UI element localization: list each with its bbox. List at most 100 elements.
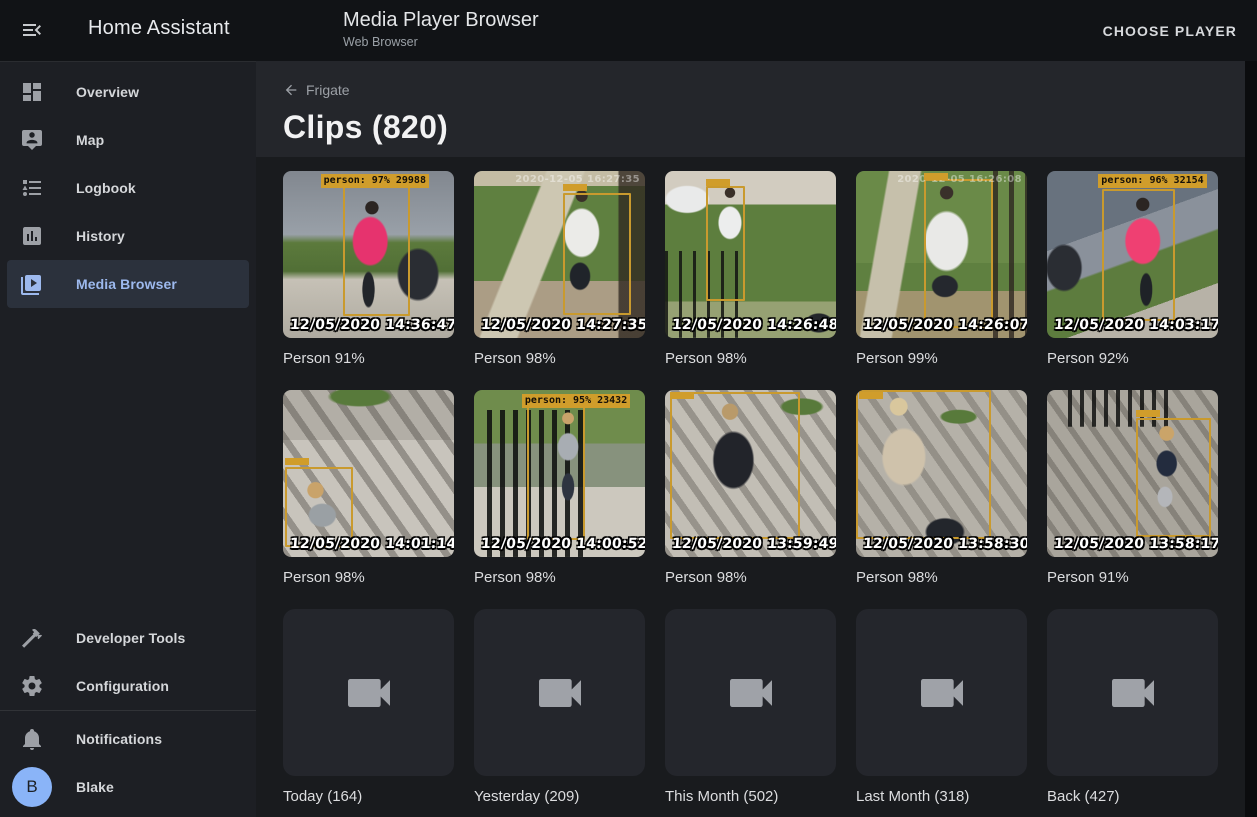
folder-thumbnail: [856, 609, 1027, 776]
breadcrumb-label: Frigate: [306, 82, 350, 98]
notifications-label: Notifications: [76, 731, 162, 747]
folder-card[interactable]: Back (427): [1047, 609, 1218, 805]
avatar: B: [12, 767, 52, 807]
page-subtitle: Web Browser: [343, 35, 539, 49]
app-header: Home Assistant Media Player Browser Web …: [0, 0, 1257, 61]
cog-icon: [20, 674, 44, 698]
folder-caption: Back (427): [1047, 788, 1218, 805]
folder-caption: Today (164): [283, 788, 454, 805]
sidebar-item-notifications[interactable]: Notifications: [7, 715, 249, 763]
clip-caption: Person 99%: [856, 350, 1027, 367]
detection-bounding-box: [856, 390, 991, 539]
clip-timestamp-overlay: 12/05/2020 13:59:49: [671, 536, 836, 552]
clip-card[interactable]: 12/05/2020 13:58:17Person 91%: [1047, 390, 1218, 586]
clip-caption: Person 92%: [1047, 350, 1218, 367]
clip-card[interactable]: person: 97% 2998812/05/2020 14:36:47Pers…: [283, 171, 454, 367]
page-title: Media Player Browser: [343, 9, 539, 32]
clip-timestamp-overlay: 12/05/2020 13:58:30: [862, 536, 1027, 552]
clip-card[interactable]: 12/05/2020 13:58:30Person 98%: [856, 390, 1027, 586]
sidebar-bottom: Notifications B Blake: [0, 710, 256, 817]
clip-thumbnail: 2020-12-05 16:26:08 12/05/2020 14:26:07: [856, 171, 1027, 338]
clip-thumbnail: 12/05/2020 13:58:17: [1047, 390, 1218, 557]
folder-card[interactable]: Last Month (318): [856, 609, 1027, 805]
detection-label-small: [285, 458, 309, 465]
detection-bounding-box: [527, 405, 585, 540]
sidebar-item-developer-tools[interactable]: Developer Tools: [7, 614, 249, 662]
detection-label-small: [859, 392, 883, 399]
sidebar-tools-nav: Developer Tools Configuration: [0, 608, 256, 710]
folder-card[interactable]: This Month (502): [665, 609, 836, 805]
detection-bounding-box: [343, 184, 410, 316]
sidebar-item-map[interactable]: Map: [7, 116, 249, 164]
format-list-bulleted-icon: [20, 176, 44, 200]
sidebar-item-label: Map: [76, 132, 104, 148]
sidebar-item-label: Developer Tools: [76, 630, 185, 646]
folder-caption: This Month (502): [665, 788, 836, 805]
sidebar: Overview Map Logbook HistoryMedia Browser D…: [0, 61, 256, 817]
detection-bounding-box: [670, 392, 800, 539]
clip-caption: Person 91%: [283, 350, 454, 367]
choose-player-button[interactable]: CHOOSE PLAYER: [1103, 0, 1237, 61]
scrollbar-track[interactable]: [1245, 61, 1257, 817]
detection-bounding-box: [1102, 189, 1176, 321]
media-grid: person: 97% 2998812/05/2020 14:36:47Pers…: [256, 157, 1257, 805]
clip-timestamp-overlay: 12/05/2020 14:26:07: [862, 317, 1027, 333]
sidebar-item-label: Configuration: [76, 678, 169, 694]
clip-card[interactable]: 2020-12-05 16:26:08 12/05/2020 14:26:07 Pe…: [856, 171, 1027, 367]
page-heading: Media Player Browser Web Browser: [343, 9, 539, 49]
detection-label-small: [563, 184, 587, 191]
video-icon: [1105, 665, 1161, 721]
hammer-icon: [20, 626, 44, 650]
folder-card[interactable]: Yesterday (209): [474, 609, 645, 805]
cog-icon: [20, 674, 44, 698]
clip-card[interactable]: 2020-12-05 16:27:3512/05/2020 14:27:35Pe…: [474, 171, 645, 367]
format-list-bulleted-icon: [20, 176, 44, 200]
sidebar-item-configuration[interactable]: Configuration: [7, 662, 249, 710]
folder-caption: Yesterday (209): [474, 788, 645, 805]
app-title: Home Assistant: [88, 17, 230, 40]
camera-osd-timestamp: 2020-12-05 16:26:08: [897, 174, 1022, 185]
clip-card[interactable]: 12/05/2020 14:01:14 Person 98%: [283, 390, 454, 586]
folder-thumbnail: [1047, 609, 1218, 776]
detection-label-small: [706, 179, 730, 186]
clip-caption: Person 98%: [665, 350, 836, 367]
sidebar-item-label: Logbook: [76, 180, 136, 196]
sidebar-item-media-browser[interactable]: Media Browser: [7, 260, 249, 308]
detection-label-small: [924, 173, 948, 180]
detection-label-small: [670, 392, 694, 399]
clip-thumbnail: 12/05/2020 14:26:48: [665, 171, 836, 338]
clip-timestamp-overlay: 12/05/2020 14:01:14: [289, 536, 454, 552]
clip-timestamp-overlay: 12/05/2020 14:27:35: [480, 317, 645, 333]
clip-card[interactable]: person: 96% 3215412/05/2020 14:03:17 Pers…: [1047, 171, 1218, 367]
sidebar-item-overview[interactable]: Overview: [7, 68, 249, 116]
arrow-left-icon: [283, 82, 299, 98]
sidebar-item-profile[interactable]: B Blake: [7, 763, 249, 811]
detection-label: person: 95% 23432: [522, 394, 630, 408]
folder-thumbnail: [665, 609, 836, 776]
clip-thumbnail: person: 95% 2343212/05/2020 14:00:52: [474, 390, 645, 557]
sidebar-item-logbook[interactable]: Logbook: [7, 164, 249, 212]
detection-bounding-box: [924, 179, 992, 328]
sidebar-item-label: Overview: [76, 84, 139, 100]
folder-card[interactable]: Today (164): [283, 609, 454, 805]
clip-caption: Person 98%: [283, 569, 454, 586]
detection-label-small: [1136, 410, 1160, 417]
sidebar-item-history[interactable]: History: [7, 212, 249, 260]
clip-card[interactable]: 12/05/2020 14:26:48 Person 98%: [665, 171, 836, 367]
clip-card[interactable]: 12/05/2020 13:59:49Person 98%: [665, 390, 836, 586]
breadcrumb[interactable]: Frigate: [283, 82, 350, 98]
bell-icon: [20, 727, 44, 751]
clip-thumbnail: 12/05/2020 13:59:49: [665, 390, 836, 557]
main-content: Frigate Clips (820) person: 97% 2998812/…: [256, 61, 1257, 817]
page-section-title: Clips (820): [283, 109, 1245, 146]
menu-toggle-button[interactable]: [18, 17, 46, 45]
clip-thumbnail: person: 96% 3215412/05/2020 14:03:17: [1047, 171, 1218, 338]
folder-caption: Last Month (318): [856, 788, 1027, 805]
folder-thumbnail: [474, 609, 645, 776]
clip-thumbnail: 12/05/2020 13:58:30: [856, 390, 1027, 557]
clip-card[interactable]: person: 95% 2343212/05/2020 14:00:52Pers…: [474, 390, 645, 586]
sidebar-spacer: [0, 308, 256, 608]
play-box-multiple-icon: [20, 272, 44, 296]
sidebar-nav: Overview Map Logbook HistoryMedia Browser: [0, 62, 256, 308]
folder-thumbnail: [283, 609, 454, 776]
